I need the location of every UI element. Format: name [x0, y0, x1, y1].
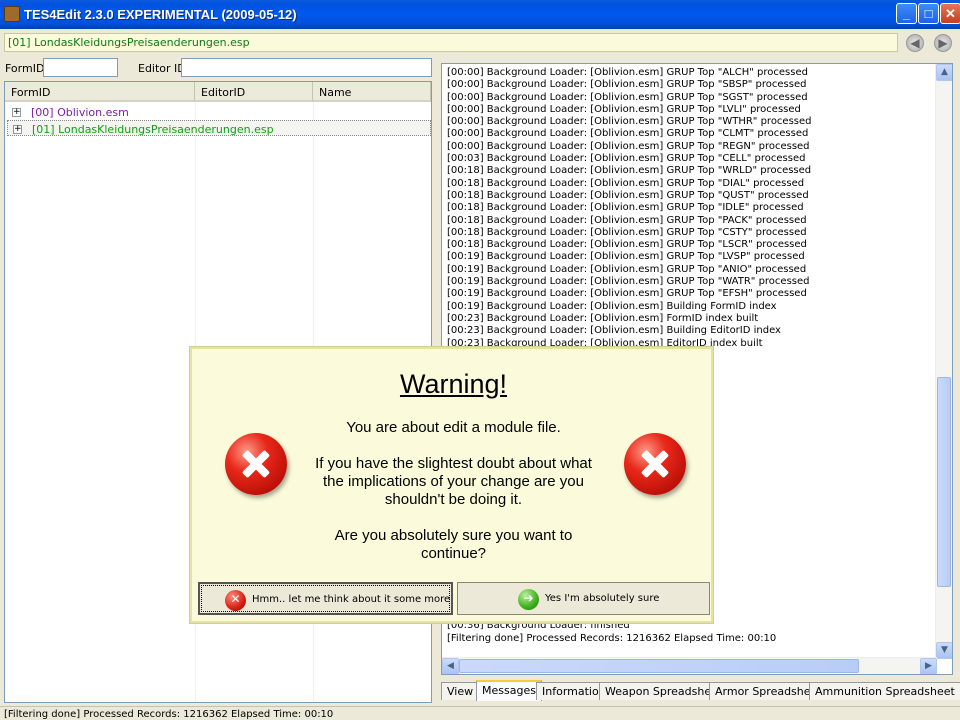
- title-bar: TES4Edit 2.3.0 EXPERIMENTAL (2009-05-12)…: [0, 0, 960, 29]
- error-icon: [225, 433, 287, 495]
- message-line: [00:18] Background Loader: [Oblivion.esm…: [447, 189, 809, 201]
- scroll-right-icon[interactable]: ▶: [920, 658, 937, 674]
- scroll-left-icon[interactable]: ◀: [442, 658, 459, 674]
- message-line: [00:23] Background Loader: [Oblivion.esm…: [447, 312, 759, 324]
- minimize-button[interactable]: _: [896, 3, 917, 24]
- editorid-label: Editor ID: [138, 62, 186, 75]
- dialog-line: If you have the slightest doubt about wh…: [315, 455, 592, 508]
- message-line: [00:03] Background Loader: [Oblivion.esm…: [447, 153, 806, 165]
- vertical-scrollbar[interactable]: ▲ ▼: [935, 64, 952, 659]
- cancel-button-label: Hmm.. let me think about it some more: [252, 594, 451, 605]
- scroll-up-icon[interactable]: ▲: [936, 64, 952, 81]
- message-line: [00:00] Background Loader: [Oblivion.esm…: [447, 128, 809, 140]
- window-title: TES4Edit 2.3.0 EXPERIMENTAL (2009-05-12): [24, 7, 297, 22]
- message-line: [00:18] Background Loader: [Oblivion.esm…: [447, 214, 807, 226]
- scroll-thumb[interactable]: [937, 377, 951, 587]
- message-line: [00:00] Background Loader: [Oblivion.esm…: [447, 140, 810, 152]
- cancel-button[interactable]: ✕ Hmm.. let me think about it some more: [198, 582, 453, 615]
- expand-icon[interactable]: +: [13, 125, 22, 134]
- message-line: [00:19] Background Loader: [Oblivion.esm…: [447, 251, 805, 263]
- message-line: [00:19] Background Loader: [Oblivion.esm…: [447, 300, 777, 312]
- formid-label: FormID: [5, 62, 45, 75]
- error-icon: [624, 433, 686, 495]
- message-line: [00:18] Background Loader: [Oblivion.esm…: [447, 165, 812, 177]
- tab-view[interactable]: View: [441, 682, 480, 700]
- message-line: [00:23] Background Loader: [Oblivion.esm…: [447, 325, 781, 337]
- formid-input[interactable]: [43, 58, 118, 77]
- tab-messages[interactable]: Messages: [476, 680, 542, 701]
- cancel-icon: ✕: [225, 590, 246, 611]
- tree-row-oblivion[interactable]: + [00] Oblivion.esm: [7, 104, 431, 120]
- column-header-name[interactable]: Name: [313, 82, 431, 102]
- status-bar: [Filtering done] Processed Records: 1216…: [0, 706, 960, 720]
- module-path-field[interactable]: [01] LondasKleidungsPreisaenderungen.esp: [4, 33, 898, 52]
- message-line: [00:00] Background Loader: [Oblivion.esm…: [447, 79, 807, 91]
- editorid-input[interactable]: [181, 58, 432, 77]
- horizontal-scrollbar[interactable]: ◀ ▶: [442, 657, 937, 674]
- column-header-editorid[interactable]: EditorID: [195, 82, 313, 102]
- confirm-button-label: Yes I'm absolutely sure: [545, 593, 660, 604]
- message-line: [00:18] Background Loader: [Oblivion.esm…: [447, 239, 807, 251]
- tree-row-label: [00] Oblivion.esm: [31, 106, 129, 119]
- message-line: [00:19] Background Loader: [Oblivion.esm…: [447, 288, 807, 300]
- message-line: [00:18] Background Loader: [Oblivion.esm…: [447, 226, 807, 238]
- expand-icon[interactable]: +: [12, 108, 21, 117]
- message-line: [00:00] Background Loader: [Oblivion.esm…: [447, 103, 801, 115]
- forward-icon[interactable]: ▶: [934, 34, 952, 52]
- maximize-button[interactable]: □: [918, 3, 939, 24]
- tree-row-plugin[interactable]: + [01] LondasKleidungsPreisaenderungen.e…: [7, 120, 431, 136]
- dialog-line: You are about edit a module file.: [346, 419, 561, 436]
- app-icon: [4, 6, 20, 22]
- column-header-formid[interactable]: FormID: [5, 82, 195, 102]
- confirm-icon: ➔: [518, 589, 539, 610]
- message-line: [00:00] Background Loader: [Oblivion.esm…: [447, 91, 808, 103]
- back-icon[interactable]: ◀: [906, 34, 924, 52]
- message-line: [00:19] Background Loader: [Oblivion.esm…: [447, 263, 807, 275]
- warning-dialog: Warning! You are about edit a module fil…: [190, 347, 713, 623]
- dialog-heading: Warning!: [399, 369, 508, 399]
- confirm-button[interactable]: ➔ Yes I'm absolutely sure: [457, 582, 710, 615]
- dialog-line: Are you absolutely sure you want to cont…: [334, 527, 573, 562]
- dialog-message: You are about edit a module file. If you…: [312, 419, 595, 581]
- tab-ammunition-spreadsheet[interactable]: Ammunition Spreadsheet: [809, 682, 960, 700]
- scroll-down-icon[interactable]: ▼: [936, 642, 952, 659]
- scroll-thumb[interactable]: [459, 659, 859, 673]
- close-button[interactable]: ✕: [940, 3, 960, 24]
- tree-row-label: [01] LondasKleidungsPreisaenderungen.esp: [32, 123, 274, 136]
- message-line: [00:00] Background Loader: [Oblivion.esm…: [447, 116, 812, 128]
- message-line: [Filtering done] Processed Records: 1216…: [447, 632, 777, 644]
- message-line: [00:19] Background Loader: [Oblivion.esm…: [447, 276, 810, 288]
- message-line: [00:00] Background Loader: [Oblivion.esm…: [447, 67, 808, 78]
- message-line: [00:18] Background Loader: [Oblivion.esm…: [447, 177, 805, 189]
- message-line: [00:18] Background Loader: [Oblivion.esm…: [447, 202, 804, 214]
